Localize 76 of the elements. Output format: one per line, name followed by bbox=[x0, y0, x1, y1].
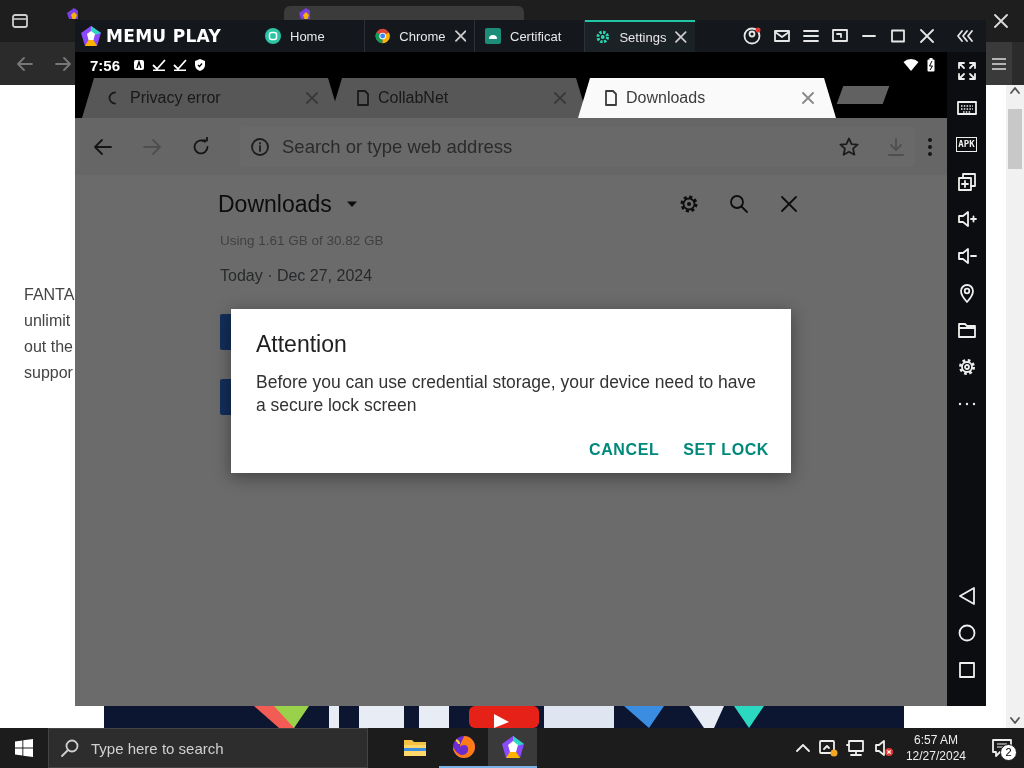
emulator-tab[interactable]: Settings bbox=[585, 20, 695, 52]
windows-logo-icon[interactable] bbox=[15, 739, 33, 757]
dialog-title: Attention bbox=[256, 331, 348, 358]
scroll-down-icon bbox=[1009, 716, 1021, 726]
status-time: 7:56 bbox=[90, 56, 121, 74]
battery-icon bbox=[927, 58, 935, 72]
mail-icon[interactable] bbox=[774, 29, 790, 43]
close-icon[interactable] bbox=[675, 31, 687, 43]
search-field[interactable]: Type here to search bbox=[48, 728, 368, 768]
recents-square-icon[interactable] bbox=[956, 659, 977, 680]
star-icon[interactable] bbox=[839, 136, 859, 157]
article-text: suppor bbox=[24, 363, 73, 383]
dialog-button[interactable]: CANCEL bbox=[579, 435, 670, 465]
dialog-message: Before you can use credential storage, your device need to have a secure lock screen bbox=[256, 371, 758, 417]
settings-icon[interactable] bbox=[956, 356, 977, 377]
new-tab-button[interactable] bbox=[836, 86, 890, 104]
volume-down-icon[interactable] bbox=[956, 245, 977, 266]
check-icon bbox=[152, 59, 167, 71]
scroll-up-icon bbox=[1009, 85, 1021, 95]
scrollbar[interactable] bbox=[1006, 85, 1024, 728]
page-title: Downloads bbox=[218, 190, 332, 218]
document-icon bbox=[356, 90, 370, 106]
info-icon bbox=[250, 136, 270, 157]
article-text: FANTA bbox=[24, 285, 75, 305]
shield-icon bbox=[194, 58, 207, 72]
menu-icon bbox=[992, 57, 1006, 70]
menu-icon[interactable] bbox=[803, 29, 819, 43]
notification-button[interactable]: 2 bbox=[980, 728, 1024, 768]
network-icon[interactable] bbox=[845, 739, 866, 757]
tab-list-icon[interactable] bbox=[10, 11, 30, 31]
date-heading: Today · Dec 27, 2024 bbox=[219, 267, 374, 285]
gear-icon bbox=[595, 29, 611, 45]
back-arrow-icon[interactable] bbox=[93, 136, 113, 157]
tablet-alert-icon[interactable] bbox=[817, 739, 838, 757]
pentagon-logo-icon bbox=[80, 25, 102, 47]
document-icon bbox=[604, 90, 618, 106]
pentagon-logo-icon bbox=[500, 735, 525, 759]
wifi-icon bbox=[903, 58, 919, 72]
collapse-chevrons-icon[interactable] bbox=[956, 29, 976, 43]
more-vertical-icon[interactable] bbox=[927, 136, 933, 157]
fox-globe-icon bbox=[451, 735, 476, 759]
chrome-logo-icon bbox=[375, 28, 391, 44]
apk-install-button[interactable]: APK bbox=[956, 137, 977, 152]
account-icon[interactable] bbox=[743, 27, 761, 45]
taskbar-app[interactable] bbox=[488, 728, 537, 768]
add-window-icon[interactable] bbox=[956, 171, 977, 192]
browser-tab[interactable]: Downloads bbox=[578, 78, 836, 118]
article-text: unlimit bbox=[24, 311, 71, 331]
dialog-button[interactable]: SET LOCK bbox=[673, 435, 779, 465]
forward-arrow-icon[interactable] bbox=[54, 54, 72, 73]
chat-icon bbox=[992, 738, 1012, 758]
android-icon bbox=[485, 28, 501, 44]
chat-bubble-icon bbox=[265, 28, 281, 44]
volume-muted-icon[interactable] bbox=[873, 739, 894, 757]
check-icon bbox=[173, 59, 188, 71]
chevron-up-icon[interactable] bbox=[795, 743, 810, 753]
close-icon[interactable] bbox=[454, 30, 466, 42]
notification-icon bbox=[133, 59, 146, 71]
search-icon bbox=[61, 739, 79, 757]
scrollbar-thumb[interactable] bbox=[1008, 109, 1022, 169]
volume-up-icon[interactable] bbox=[956, 208, 977, 229]
reload-icon[interactable] bbox=[191, 136, 211, 157]
menu-button[interactable] bbox=[986, 42, 1012, 85]
dropdown-caret-icon[interactable] bbox=[345, 200, 358, 208]
back-arrow-icon[interactable] bbox=[16, 54, 34, 73]
screen-icon[interactable] bbox=[832, 29, 848, 43]
folder-icon bbox=[402, 737, 427, 757]
notification-count: 2 bbox=[1000, 744, 1017, 761]
home-circle-icon[interactable] bbox=[956, 622, 977, 643]
app-logo-text: MEMU PLAY bbox=[106, 26, 221, 46]
article-text: out the bbox=[24, 337, 73, 357]
back-triangle-icon[interactable] bbox=[956, 585, 977, 606]
search-icon[interactable] bbox=[727, 192, 751, 216]
maximize-icon[interactable] bbox=[890, 29, 906, 43]
clock[interactable]: 6:57 AM 12/27/2024 bbox=[905, 732, 966, 764]
fullscreen-icon[interactable] bbox=[956, 60, 977, 81]
